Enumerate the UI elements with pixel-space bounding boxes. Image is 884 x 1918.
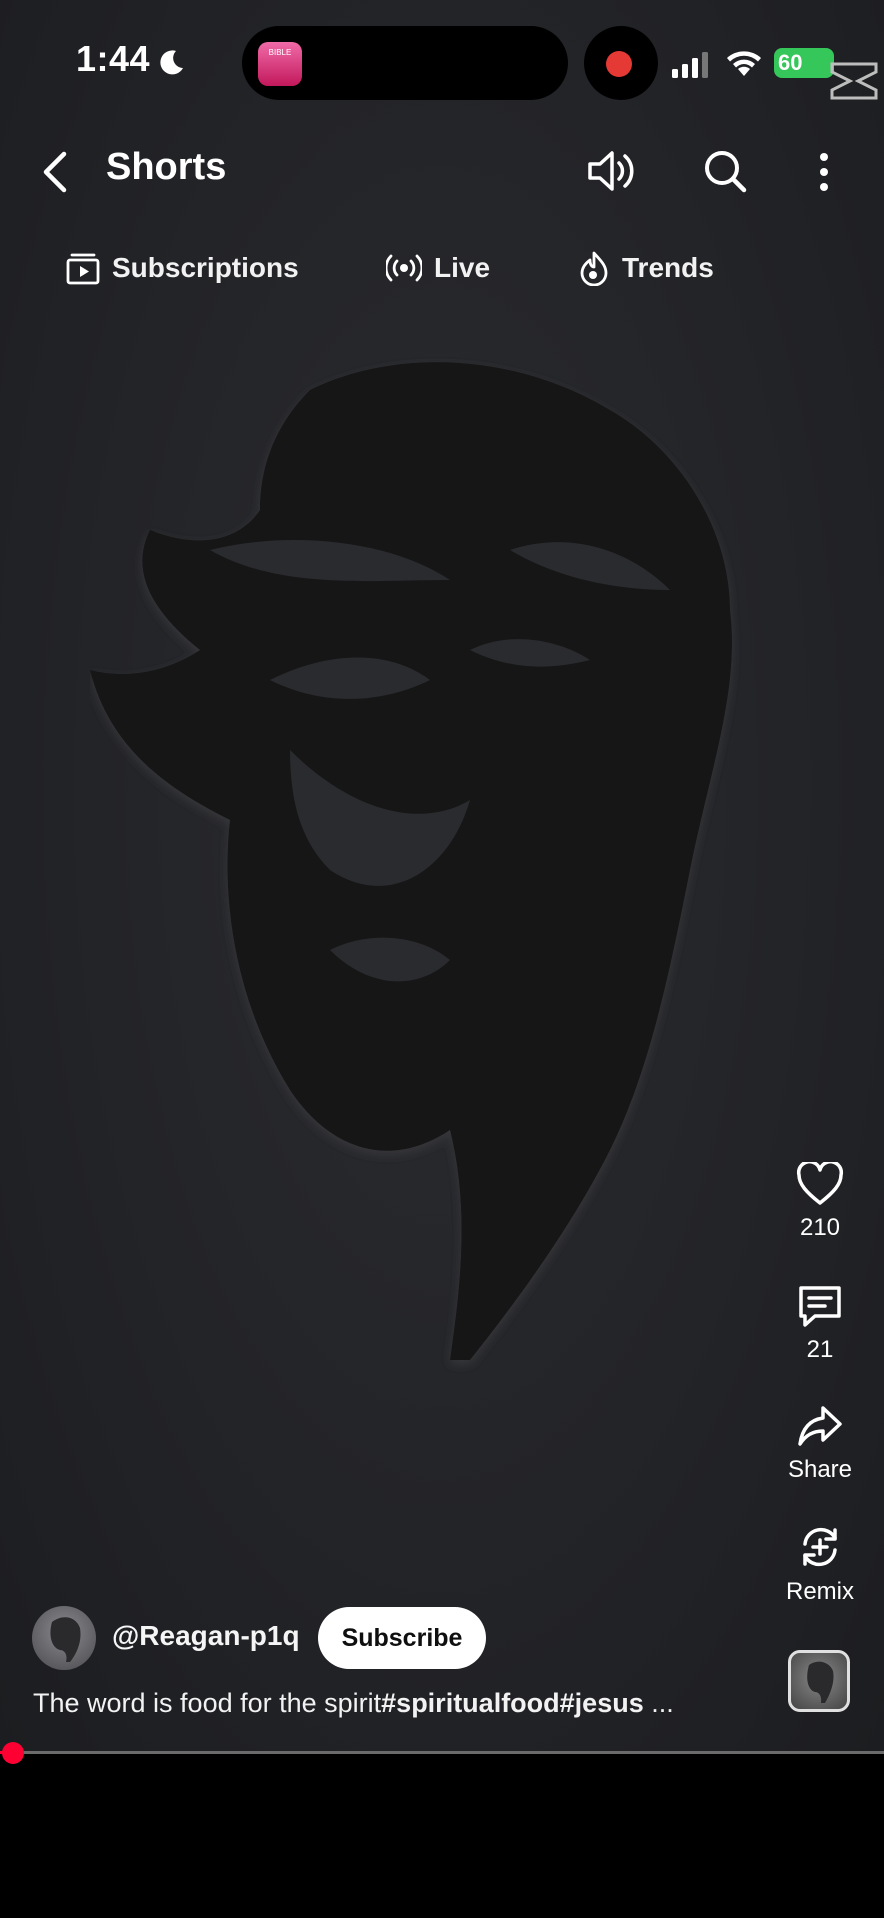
bible-app-icon-label: BIBLE xyxy=(268,48,292,57)
back-arrow-icon[interactable] xyxy=(36,148,72,196)
channel-avatar[interactable] xyxy=(32,1606,96,1670)
tab-trends[interactable]: Trends xyxy=(578,248,714,288)
progress-scrubber[interactable] xyxy=(2,1742,24,1764)
status-time: 1:44 xyxy=(76,38,151,79)
wifi-icon xyxy=(727,51,761,76)
share-button[interactable]: Share xyxy=(765,1404,875,1484)
progress-track[interactable] xyxy=(0,1751,884,1754)
live-icon xyxy=(386,254,422,282)
like-button[interactable]: 210 xyxy=(765,1162,875,1242)
caption-text: The word is food for the spirit xyxy=(33,1688,382,1718)
heart-icon xyxy=(796,1162,844,1205)
moon-icon xyxy=(160,50,183,75)
sound-thumbnail-image xyxy=(807,1661,834,1703)
sound-thumbnail[interactable] xyxy=(788,1650,850,1712)
tab-live-label: Live xyxy=(434,252,491,283)
search-icon[interactable] xyxy=(702,148,748,194)
battery-indicator: 60 xyxy=(774,48,834,78)
share-label: Share xyxy=(787,1456,853,1483)
remix-icon xyxy=(803,1527,837,1567)
subscriptions-icon xyxy=(66,253,100,285)
channel-handle[interactable]: @Reagan-p1q xyxy=(112,1620,300,1652)
remix-label: Remix xyxy=(785,1578,854,1605)
tab-trends-label: Trends xyxy=(622,252,714,283)
page-title: Shorts xyxy=(106,146,227,188)
caption-ellipsis: ... xyxy=(643,1688,674,1718)
signal-icon xyxy=(672,52,708,78)
like-count: 210 xyxy=(799,1214,841,1241)
tab-subscriptions[interactable]: Subscriptions xyxy=(66,248,299,288)
comment-button[interactable]: 21 xyxy=(765,1284,875,1364)
volume-icon[interactable] xyxy=(586,148,636,194)
video-artwork xyxy=(90,362,732,1361)
comment-icon xyxy=(799,1286,841,1327)
bottom-area xyxy=(0,1752,884,1918)
share-icon xyxy=(798,1406,842,1446)
comment-count: 21 xyxy=(806,1336,834,1363)
trends-icon xyxy=(580,251,608,286)
more-options-icon[interactable] xyxy=(810,150,838,194)
tab-live[interactable]: Live xyxy=(386,248,490,288)
subscribe-button[interactable]: Subscribe xyxy=(318,1607,486,1669)
avatar-image xyxy=(50,1617,81,1662)
video-caption[interactable]: The word is food for the spirit#spiritua… xyxy=(33,1688,674,1719)
record-dot-icon xyxy=(606,51,632,77)
capcut-icon xyxy=(830,62,878,100)
caption-hashtags[interactable]: #spiritualfood#jesus xyxy=(381,1688,644,1718)
tab-subscriptions-label: Subscriptions xyxy=(112,252,299,283)
bible-app-icon[interactable]: BIBLE xyxy=(258,42,302,86)
remix-button[interactable]: Remix xyxy=(765,1524,875,1606)
